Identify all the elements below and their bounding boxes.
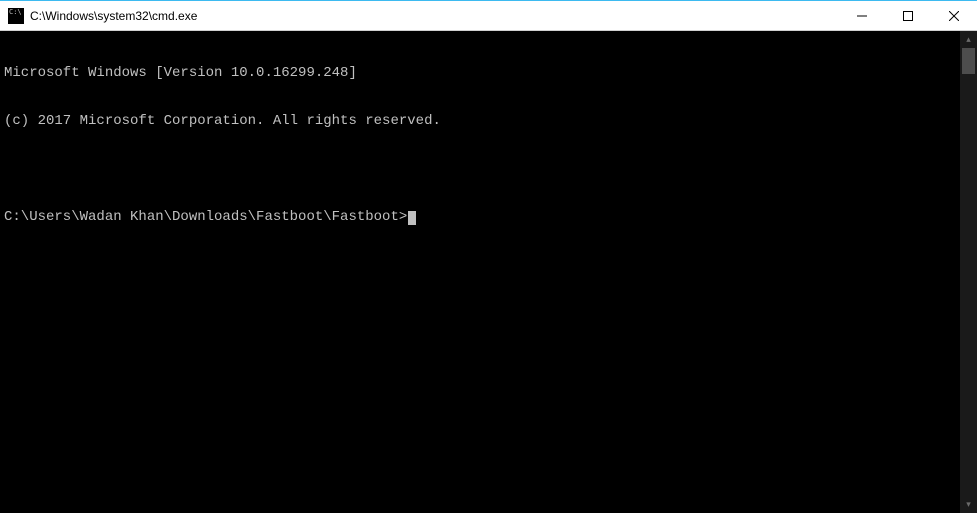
scroll-down-arrow[interactable]: ▾: [960, 496, 977, 513]
terminal-line: (c) 2017 Microsoft Corporation. All righ…: [4, 113, 960, 129]
minimize-button[interactable]: [839, 1, 885, 31]
window-titlebar[interactable]: C:\Windows\system32\cmd.exe: [0, 1, 977, 31]
terminal-line: Microsoft Windows [Version 10.0.16299.24…: [4, 65, 960, 81]
terminal-prompt: C:\Users\Wadan Khan\Downloads\Fastboot\F…: [4, 209, 407, 225]
terminal-cursor: [408, 211, 416, 225]
scroll-thumb[interactable]: [962, 48, 975, 74]
terminal-line: [4, 161, 960, 177]
minimize-icon: [857, 11, 867, 21]
maximize-icon: [903, 11, 913, 21]
scroll-up-arrow[interactable]: ▴: [960, 31, 977, 48]
terminal-output[interactable]: Microsoft Windows [Version 10.0.16299.24…: [0, 31, 960, 513]
terminal-area: Microsoft Windows [Version 10.0.16299.24…: [0, 31, 977, 513]
close-button[interactable]: [931, 1, 977, 31]
close-icon: [949, 11, 959, 21]
cmd-icon: [8, 8, 24, 24]
scroll-track[interactable]: [960, 48, 977, 496]
window-controls: [839, 1, 977, 30]
maximize-button[interactable]: [885, 1, 931, 31]
terminal-prompt-line: C:\Users\Wadan Khan\Downloads\Fastboot\F…: [4, 209, 960, 225]
window-title: C:\Windows\system32\cmd.exe: [30, 9, 839, 23]
vertical-scrollbar[interactable]: ▴ ▾: [960, 31, 977, 513]
